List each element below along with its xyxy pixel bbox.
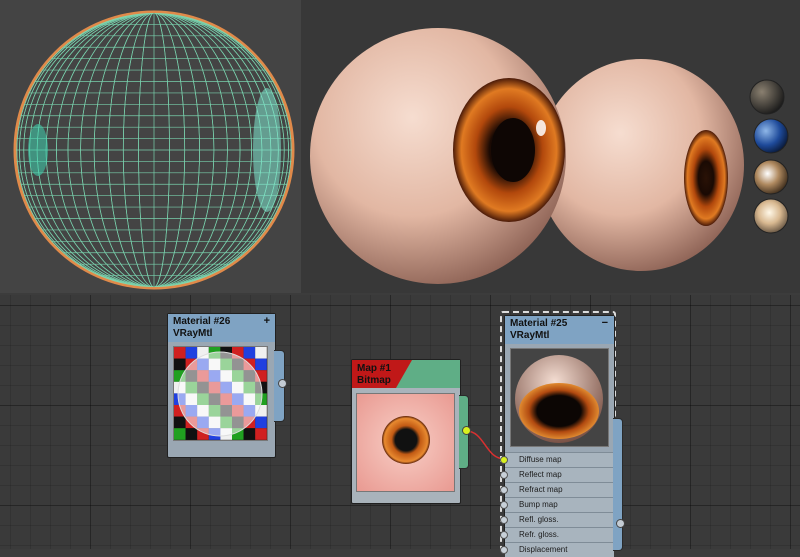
material-25-title: Material #25: [510, 318, 568, 329]
dark-sphere-swatch-icon: [749, 79, 785, 115]
material-26-subtitle: VRayMtl: [173, 328, 213, 339]
slot-socket[interactable]: [500, 471, 508, 479]
slot-refract-map[interactable]: Refract map: [500, 482, 614, 497]
hdri-sphere-swatch-icon: [753, 198, 789, 234]
slot-displacement[interactable]: Displacement: [500, 542, 614, 557]
blue-sphere-swatch-icon: [753, 118, 789, 154]
map-1-title: Map #1: [357, 363, 391, 374]
slot-socket[interactable]: [500, 516, 508, 524]
material-25-output-socket[interactable]: [616, 519, 625, 528]
material-25-slot-list: Diffuse map Reflect map Refract map Bump…: [500, 452, 614, 557]
material-25-subtitle: VRayMtl: [510, 330, 550, 341]
slot-socket[interactable]: [500, 546, 508, 554]
slot-refr-gloss[interactable]: Refr. gloss.: [500, 527, 614, 542]
render-viewport[interactable]: [301, 0, 800, 293]
pupil-left-highlight: [28, 124, 48, 176]
wireframe-eyeball: [13, 10, 295, 290]
material-25-header[interactable]: Material #25 VRayMtl −: [505, 316, 614, 344]
iris-back: [684, 130, 728, 226]
slot-socket[interactable]: [500, 531, 508, 539]
map-1-thumbnail: [356, 393, 455, 492]
map-1-node[interactable]: Map #1 Bitmap: [351, 359, 461, 504]
collapse-toggle-icon[interactable]: −: [602, 317, 608, 329]
material-26-title: Material #26: [173, 316, 231, 327]
wireframe-viewport[interactable]: [0, 0, 301, 293]
rendered-eyeballs: [310, 28, 789, 284]
chrome-sphere-swatch-icon: [753, 159, 789, 195]
material-25-output-tab[interactable]: [613, 418, 623, 551]
slot-socket[interactable]: [500, 486, 508, 494]
slot-refl-gloss[interactable]: Refl. gloss.: [500, 512, 614, 527]
material-25-thumbnail: [510, 348, 609, 447]
material-26-header[interactable]: Material #26 VRayMtl +: [168, 314, 275, 342]
pupil-front: [491, 118, 535, 182]
material-26-thumbnail: [173, 346, 268, 441]
material-26-output-socket[interactable]: [278, 379, 287, 388]
material-25-node[interactable]: Material #25 VRayMtl − Diffuse map Refle…: [500, 315, 615, 557]
slot-diffuse-map[interactable]: Diffuse map: [500, 452, 614, 467]
slot-reflect-map[interactable]: Reflect map: [500, 467, 614, 482]
slot-socket[interactable]: [500, 456, 508, 464]
material-26-node[interactable]: Material #26 VRayMtl +: [167, 313, 276, 458]
cornea-right-highlight: [253, 88, 281, 212]
slot-bump-map[interactable]: Bump map: [500, 497, 614, 512]
expand-toggle-icon[interactable]: +: [264, 315, 270, 327]
map-1-subtitle: Bitmap: [357, 375, 391, 386]
map-1-output-socket[interactable]: [462, 426, 471, 435]
slot-socket[interactable]: [500, 501, 508, 509]
